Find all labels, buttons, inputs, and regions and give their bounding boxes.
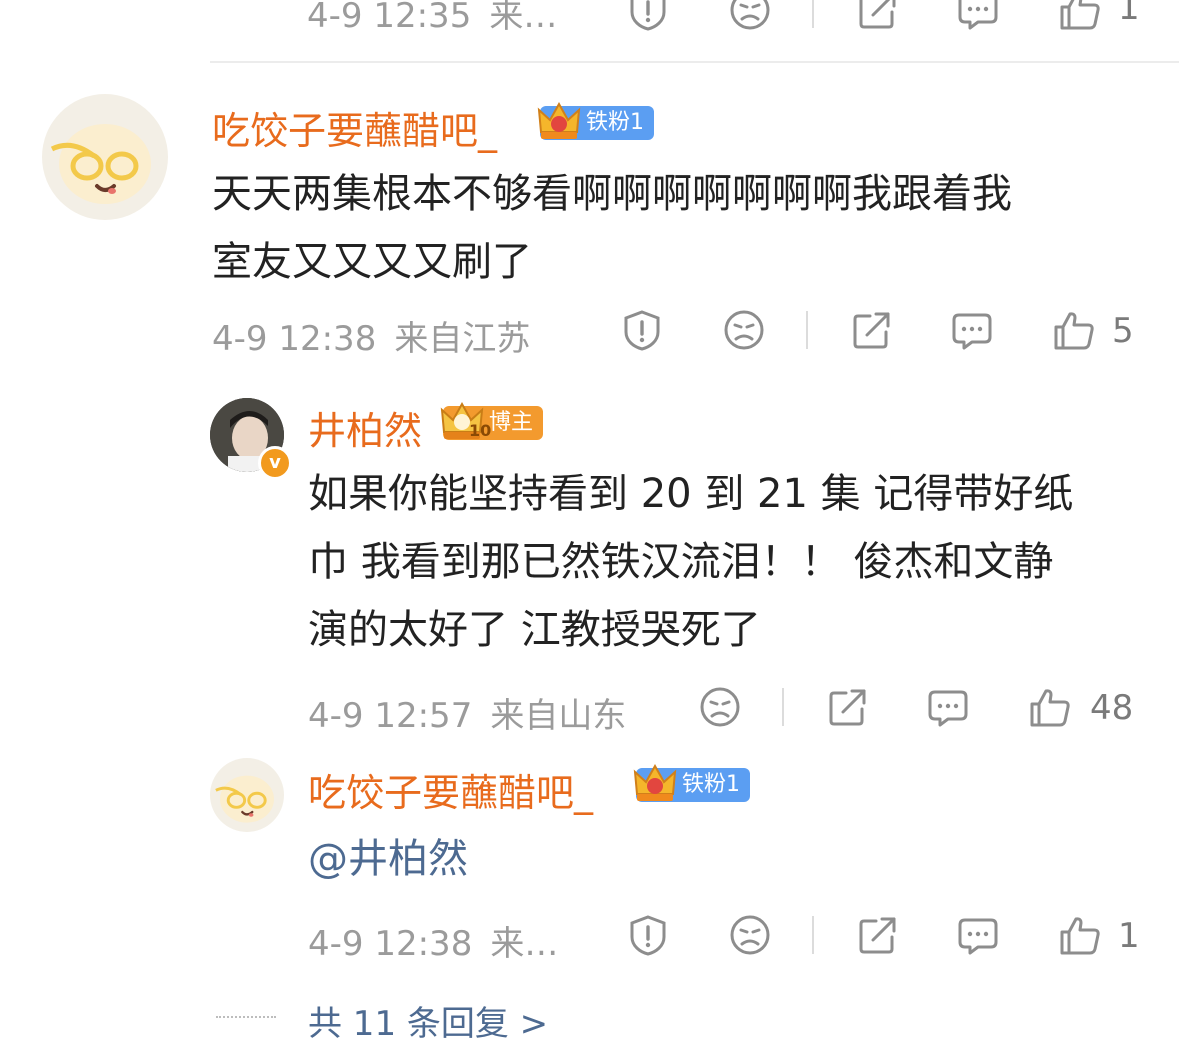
verified-icon: v: [258, 446, 292, 480]
comment-text-line: 室友又又又又刷了: [212, 239, 532, 285]
badge-label: 铁粉1: [586, 110, 644, 135]
more-replies-link[interactable]: 共 11 条回复 >: [308, 996, 548, 1045]
report-icon[interactable]: [626, 0, 670, 32]
comment-icon[interactable]: [956, 913, 1000, 957]
comment-text-line: 演的太好了 江教授哭死了: [308, 607, 761, 653]
thumbs-up-icon[interactable]: [1052, 308, 1096, 352]
dislike-face-icon[interactable]: [698, 685, 742, 729]
comment-icon[interactable]: [926, 685, 970, 729]
comment-icon[interactable]: [950, 308, 994, 352]
comment-meta: 4-9 12:57 来自山东: [308, 688, 626, 737]
avatar[interactable]: [210, 758, 284, 832]
comment-icon[interactable]: [956, 0, 1000, 32]
comment-text-line: 如果你能坚持看到 20 到 21 集 记得带好纸: [308, 471, 1074, 517]
comment-text-line: 巾 我看到那已然铁汉流泪！！ 俊杰和文静: [308, 539, 1054, 585]
divider: [812, 0, 814, 28]
username[interactable]: 吃饺子要蘸醋吧_: [212, 100, 497, 155]
dislike-face-icon[interactable]: [722, 308, 766, 352]
dislike-face-icon[interactable]: [728, 0, 772, 32]
comment-time: 4-9 12:57: [308, 696, 473, 736]
comment-location: 来自山东: [490, 696, 627, 736]
comment-location: 来…: [489, 0, 558, 36]
fan-badge[interactable]: 铁粉1: [633, 763, 750, 802]
crown-icon: [537, 101, 581, 139]
comment-meta: 4-9 12:38 来自江苏: [212, 311, 530, 360]
crown-icon: [633, 763, 677, 801]
comment-text: 天天两集根本不够看啊啊啊啊啊啊啊我跟着我 室友又又又又刷了: [212, 160, 1012, 296]
fan-badge[interactable]: 铁粉1: [537, 101, 654, 140]
comment-meta: 4-9 12:38 来…: [308, 916, 558, 965]
divider: [806, 311, 808, 349]
mention-link[interactable]: @井柏然: [308, 826, 468, 884]
thumbs-up-icon[interactable]: [1058, 913, 1102, 957]
comment-location: 来…: [490, 924, 559, 964]
divider-line: [210, 61, 1179, 63]
share-icon[interactable]: [856, 0, 900, 32]
like-count: 1: [1118, 916, 1140, 956]
comment-time: 4-9 12:38: [212, 319, 377, 359]
share-icon[interactable]: [856, 913, 900, 957]
report-icon[interactable]: [620, 308, 664, 352]
divider: [812, 916, 814, 954]
comment-meta: 4-9 12:35 来…: [307, 0, 557, 37]
comment-text-line: 天天两集根本不够看啊啊啊啊啊啊啊我跟着我: [212, 171, 1012, 217]
blogger-badge[interactable]: 10 博主: [440, 401, 544, 440]
comment-text: 如果你能坚持看到 20 到 21 集 记得带好纸 巾 我看到那已然铁汉流泪！！ …: [308, 460, 1073, 664]
username[interactable]: 井柏然: [308, 400, 422, 455]
username[interactable]: 吃饺子要蘸醋吧_: [308, 762, 593, 817]
more-replies-dots: [216, 1016, 276, 1018]
avatar[interactable]: [42, 94, 168, 220]
crown-level: 10: [469, 421, 492, 440]
divider: [782, 688, 784, 726]
comment-location: 来自江苏: [394, 319, 531, 359]
comment-time: 4-9 12:38: [308, 924, 473, 964]
thumbs-up-icon[interactable]: [1028, 685, 1072, 729]
share-icon[interactable]: [826, 685, 870, 729]
badge-label: 博主: [489, 410, 534, 435]
thumbs-up-icon[interactable]: [1058, 0, 1102, 32]
share-icon[interactable]: [850, 308, 894, 352]
like-count: 1: [1118, 0, 1140, 28]
comment-time: 4-9 12:35: [307, 0, 472, 36]
badge-label: 铁粉1: [682, 772, 740, 797]
report-icon[interactable]: [626, 913, 670, 957]
like-count: 48: [1090, 688, 1134, 728]
like-count: 5: [1112, 311, 1134, 351]
dislike-face-icon[interactable]: [728, 913, 772, 957]
